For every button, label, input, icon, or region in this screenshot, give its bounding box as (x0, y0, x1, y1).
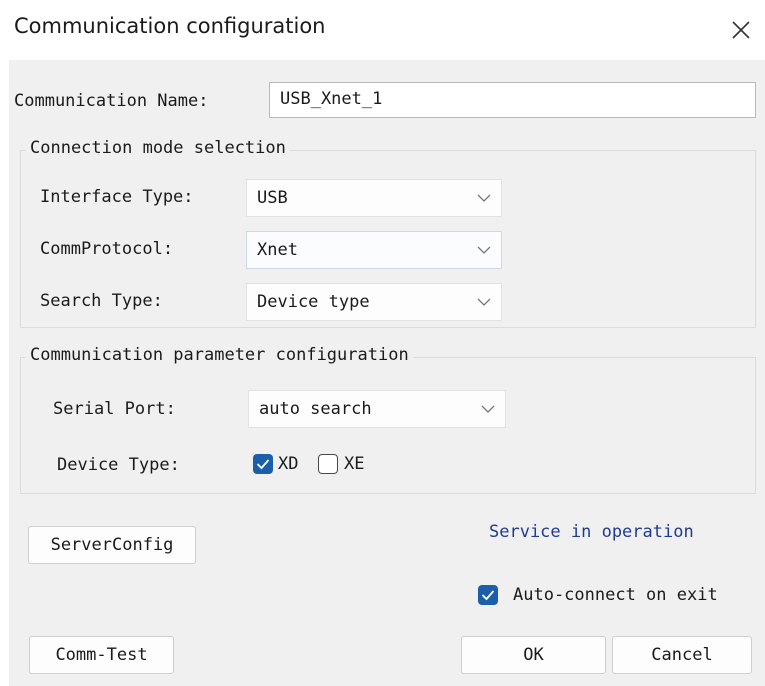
search-type-dropdown[interactable]: Device type (246, 283, 502, 321)
comm-protocol-dropdown[interactable]: Xnet (246, 231, 502, 269)
device-type-xe-label: XE (344, 454, 365, 474)
interface-type-label: Interface Type: (40, 187, 194, 207)
search-type-label: Search Type: (40, 291, 163, 311)
ok-button[interactable]: OK (461, 636, 606, 674)
cancel-button[interactable]: Cancel (612, 636, 752, 674)
close-icon[interactable] (726, 15, 756, 45)
connection-mode-group-label: Connection mode selection (26, 138, 290, 158)
title-bar: Communication configuration (0, 0, 765, 60)
chevron-down-icon (477, 298, 491, 306)
device-type-label: Device Type: (57, 455, 180, 475)
communication-parameter-group-label: Communication parameter configuration (26, 345, 413, 365)
search-type-value: Device type (257, 292, 370, 312)
chevron-down-icon (477, 194, 491, 202)
chevron-down-icon (481, 405, 495, 413)
server-config-button[interactable]: ServerConfig (28, 526, 196, 564)
communication-name-value: USB_Xnet_1 (280, 89, 383, 109)
connection-mode-group: Connection mode selection Interface Type… (20, 138, 756, 328)
auto-connect-label: Auto-connect on exit (513, 585, 718, 605)
serial-port-label: Serial Port: (53, 399, 176, 419)
window-title: Communication configuration (14, 14, 326, 38)
communication-name-label: Communication Name: (14, 91, 209, 111)
service-status-text: Service in operation (489, 522, 694, 542)
communication-name-input[interactable]: USB_Xnet_1 (269, 82, 756, 118)
interface-type-value: USB (257, 188, 288, 208)
interface-type-dropdown[interactable]: USB (246, 179, 502, 217)
serial-port-dropdown[interactable]: auto search (248, 390, 506, 428)
device-type-xd-label: XD (278, 454, 299, 474)
comm-protocol-label: CommProtocol: (40, 239, 174, 259)
comm-protocol-value: Xnet (257, 240, 298, 260)
chevron-down-icon (477, 246, 491, 254)
comm-test-button[interactable]: Comm-Test (29, 636, 174, 674)
device-type-xe-checkbox[interactable] (318, 454, 338, 474)
communication-parameter-group: Communication parameter configuration Se… (20, 345, 756, 494)
check-icon (256, 459, 270, 470)
serial-port-value: auto search (259, 399, 372, 419)
auto-connect-checkbox[interactable] (478, 585, 498, 605)
check-icon (481, 590, 495, 601)
device-type-xd-checkbox[interactable] (253, 454, 273, 474)
dialog-body: Communication Name: USB_Xnet_1 Connectio… (9, 60, 765, 686)
